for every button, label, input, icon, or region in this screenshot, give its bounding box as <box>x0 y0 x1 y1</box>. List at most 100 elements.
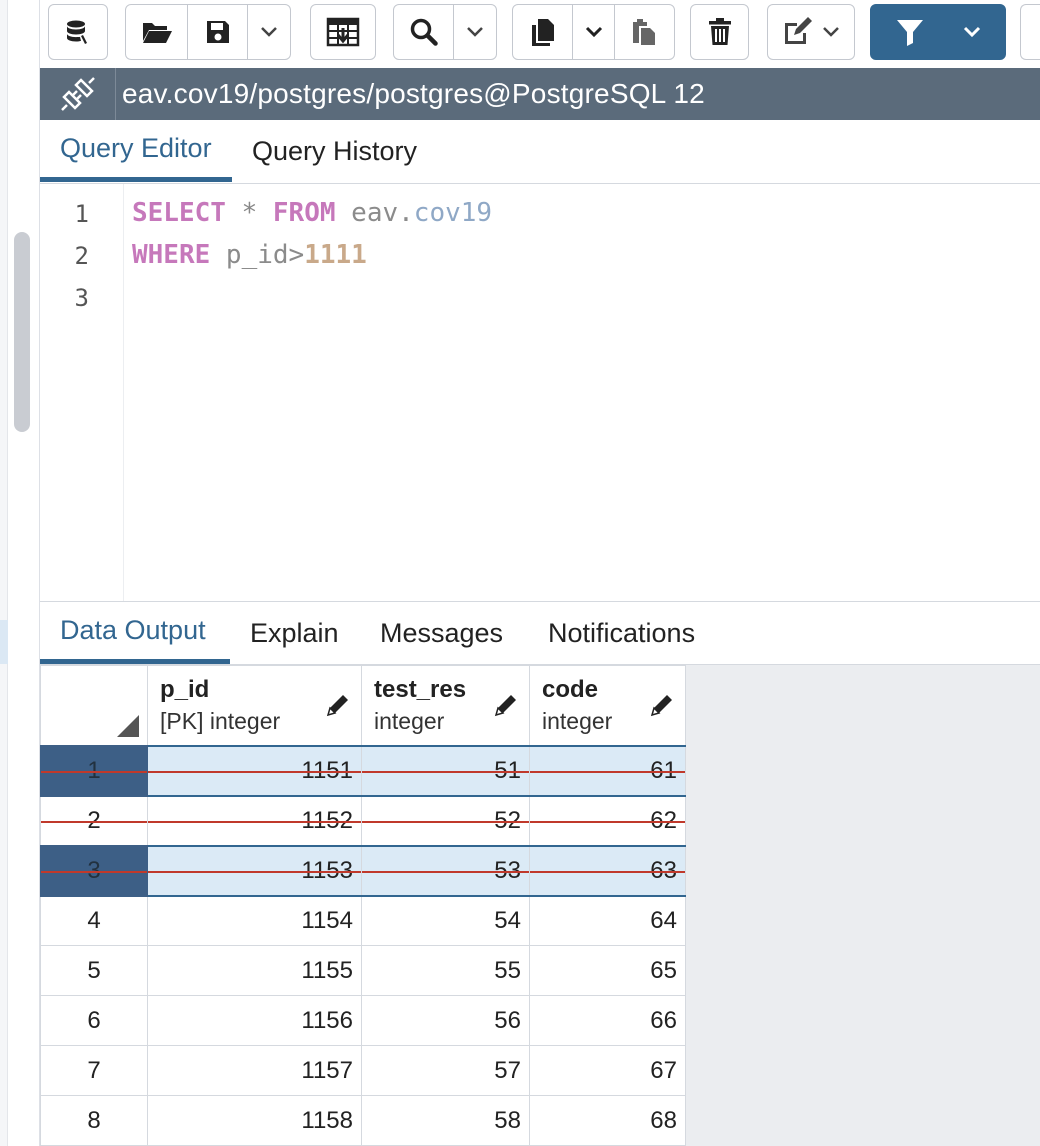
connection-bar: eav.cov19/postgres/postgres@PostgreSQL 1… <box>40 68 1040 120</box>
row-number[interactable]: 1 <box>40 744 148 797</box>
find-options-dropdown[interactable] <box>454 5 496 59</box>
column-header-p-id[interactable]: p_id [PK] integer <box>147 665 362 746</box>
save-results-button[interactable] <box>310 4 376 60</box>
cell-p-id[interactable]: 1151 <box>147 744 362 797</box>
cell-test-res[interactable]: 51 <box>361 744 530 797</box>
chevron-down-icon <box>467 27 483 37</box>
chevron-down-icon <box>261 27 277 37</box>
cell-test-res[interactable]: 56 <box>361 995 530 1046</box>
tab-explain[interactable]: Explain <box>230 602 359 664</box>
table-row[interactable]: 7 1157 57 67 <box>40 1045 686 1096</box>
schema-name: eav <box>351 198 399 228</box>
cell-code[interactable]: 62 <box>529 795 686 846</box>
cell-code[interactable]: 61 <box>529 744 686 797</box>
save-options-dropdown[interactable] <box>248 5 290 59</box>
open-file-button[interactable] <box>126 5 188 59</box>
paste-icon <box>633 19 655 45</box>
column-header-code[interactable]: code integer <box>529 665 686 746</box>
cell-test-res[interactable]: 52 <box>361 795 530 846</box>
cell-code[interactable]: 63 <box>529 844 686 897</box>
line-number: 3 <box>74 284 89 312</box>
pencil-icon <box>494 695 516 717</box>
grid-body: 1 1151 51 61 2 1152 52 62 3 1153 53 63 4… <box>40 744 686 1146</box>
table-row[interactable]: 1 1151 51 61 <box>40 744 686 797</box>
cell-p-id[interactable]: 1153 <box>147 844 362 897</box>
cell-p-id[interactable]: 1157 <box>147 1045 362 1096</box>
tab-data-output[interactable]: Data Output <box>40 602 230 664</box>
cell-code[interactable]: 67 <box>529 1045 686 1096</box>
sql-editor[interactable]: 1 2 3 SELECT * FROM eav.cov19 WHERE p_id… <box>40 184 1040 601</box>
cell-test-res[interactable]: 54 <box>361 895 530 946</box>
cell-p-id[interactable]: 1155 <box>147 945 362 996</box>
cell-test-res[interactable]: 58 <box>361 1095 530 1146</box>
table-row[interactable]: 6 1156 56 66 <box>40 995 686 1046</box>
open-database-button[interactable] <box>48 4 108 60</box>
row-number[interactable]: 3 <box>40 844 148 897</box>
save-icon <box>206 21 229 43</box>
cell-test-res[interactable]: 55 <box>361 945 530 996</box>
cell-code[interactable]: 68 <box>529 1095 686 1146</box>
cell-test-res[interactable]: 53 <box>361 844 530 897</box>
table-row[interactable]: 2 1152 52 62 <box>40 795 686 846</box>
plug-disconnected-icon <box>60 77 95 111</box>
table-row[interactable]: 8 1158 58 68 <box>40 1095 686 1146</box>
table-row[interactable]: 3 1153 53 63 <box>40 844 686 897</box>
chevron-down-icon <box>823 27 839 37</box>
browser-pane-edge <box>0 0 8 1146</box>
keyword-from: FROM <box>272 198 336 228</box>
database-icon <box>67 20 87 44</box>
table-name: cov19 <box>413 198 493 228</box>
code-line-2: WHERE p_id>1111 <box>132 240 367 270</box>
row-number[interactable]: 4 <box>40 895 148 946</box>
code-line-1: SELECT * FROM eav.cov19 <box>132 198 492 228</box>
copy-button[interactable] <box>513 5 573 59</box>
save-file-button[interactable] <box>188 5 248 59</box>
cell-code[interactable]: 64 <box>529 895 686 946</box>
cell-p-id[interactable]: 1158 <box>147 1095 362 1146</box>
table-row[interactable]: 5 1155 55 65 <box>40 945 686 996</box>
tab-query-history[interactable]: Query History <box>232 120 437 182</box>
row-number[interactable]: 2 <box>40 795 148 846</box>
limit-dropdown[interactable] <box>1020 4 1040 60</box>
grid-header-row: p_id [PK] integer test_res integer code … <box>40 665 686 746</box>
select-all-corner[interactable] <box>40 665 148 746</box>
output-tabs: Data Output Explain Messages Notificatio… <box>40 601 1040 665</box>
keyword-where: WHERE <box>132 240 211 270</box>
folder-open-icon <box>142 23 172 43</box>
row-number[interactable]: 7 <box>40 1045 148 1096</box>
keyword-select: SELECT <box>132 198 226 228</box>
tab-notifications[interactable]: Notifications <box>528 602 715 664</box>
edit-button[interactable] <box>767 4 855 60</box>
cell-p-id[interactable]: 1154 <box>147 895 362 946</box>
row-number[interactable]: 5 <box>40 945 148 996</box>
pencil-icon <box>650 695 672 717</box>
select-all-triangle-icon <box>117 714 139 737</box>
row-number[interactable]: 8 <box>40 1095 148 1146</box>
tree-selection-marker <box>0 620 8 664</box>
connection-status-button[interactable] <box>40 68 116 120</box>
left-panel-edge <box>0 0 40 1146</box>
condition-identifier: p_id> <box>210 240 305 270</box>
editor-tabs: Query Editor Query History <box>40 120 1040 184</box>
cell-code[interactable]: 65 <box>529 945 686 996</box>
copy-options-dropdown[interactable] <box>573 5 615 59</box>
cell-test-res[interactable]: 57 <box>361 1045 530 1096</box>
delete-row-button[interactable] <box>690 4 749 60</box>
file-button-group <box>125 4 291 60</box>
paste-button[interactable] <box>615 5 673 59</box>
dot-separator: . <box>398 198 414 228</box>
column-header-test-res[interactable]: test_res integer <box>361 665 530 746</box>
cell-code[interactable]: 66 <box>529 995 686 1046</box>
result-grid: p_id [PK] integer test_res integer code … <box>40 665 686 1146</box>
row-number[interactable]: 6 <box>40 995 148 1046</box>
table-row[interactable]: 4 1154 54 64 <box>40 895 686 946</box>
tab-query-editor[interactable]: Query Editor <box>40 120 232 182</box>
cell-p-id[interactable]: 1152 <box>147 795 362 846</box>
column-name: p_id <box>160 676 210 703</box>
cell-p-id[interactable]: 1156 <box>147 995 362 1046</box>
filter-button[interactable] <box>870 4 1006 60</box>
vertical-scrollbar[interactable] <box>14 232 30 432</box>
tab-messages[interactable]: Messages <box>360 602 523 664</box>
find-button[interactable] <box>394 5 454 59</box>
